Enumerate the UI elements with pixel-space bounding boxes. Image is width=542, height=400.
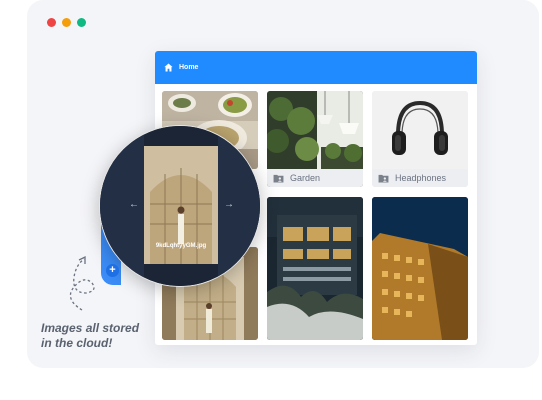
tile-label-headphones: Headphones xyxy=(395,173,447,183)
lightbox-magnifier: ← → 9kdLqhtyyGM.jpg xyxy=(99,125,261,287)
headphones-photo xyxy=(372,91,468,169)
window-controls xyxy=(47,18,86,27)
home-breadcrumb[interactable]: Home xyxy=(179,64,198,71)
photo-tile-garden[interactable]: Garden xyxy=(267,91,363,187)
dashed-arrow-doodle xyxy=(69,255,95,311)
golden-building-photo xyxy=(372,197,468,340)
maximize-dot[interactable] xyxy=(77,18,86,27)
close-dot[interactable] xyxy=(47,18,56,27)
tagline-line-2: in the cloud! xyxy=(41,336,113,350)
tile-label-garden: Garden xyxy=(290,173,321,183)
upload-plus-button[interactable]: + xyxy=(106,264,119,277)
minimize-dot[interactable] xyxy=(62,18,71,27)
cloud-tagline: Images all stored in the cloud! xyxy=(41,321,161,351)
photo-tile-golden-building[interactable] xyxy=(372,197,468,340)
glass-building-photo xyxy=(267,197,363,340)
lightbox-preview xyxy=(100,126,260,286)
arrow-left-icon[interactable]: ← xyxy=(129,199,139,210)
folder-user-icon xyxy=(273,174,284,183)
top-bar: Home xyxy=(155,51,477,84)
lightbox-filename: 9kdLqhtyyGM.jpg xyxy=(155,243,207,249)
arrow-right-icon[interactable]: → xyxy=(224,199,234,210)
tagline-line-1: Images all stored xyxy=(41,321,140,335)
tile-caption-headphones: Headphones xyxy=(372,169,468,187)
photo-tile-glass-building[interactable] xyxy=(267,197,363,340)
folder-user-icon xyxy=(378,174,389,183)
home-icon[interactable] xyxy=(164,63,173,72)
photo-tile-headphones[interactable]: Headphones xyxy=(372,91,468,187)
garden-photo xyxy=(267,91,363,169)
tile-caption-garden: Garden xyxy=(267,169,363,187)
